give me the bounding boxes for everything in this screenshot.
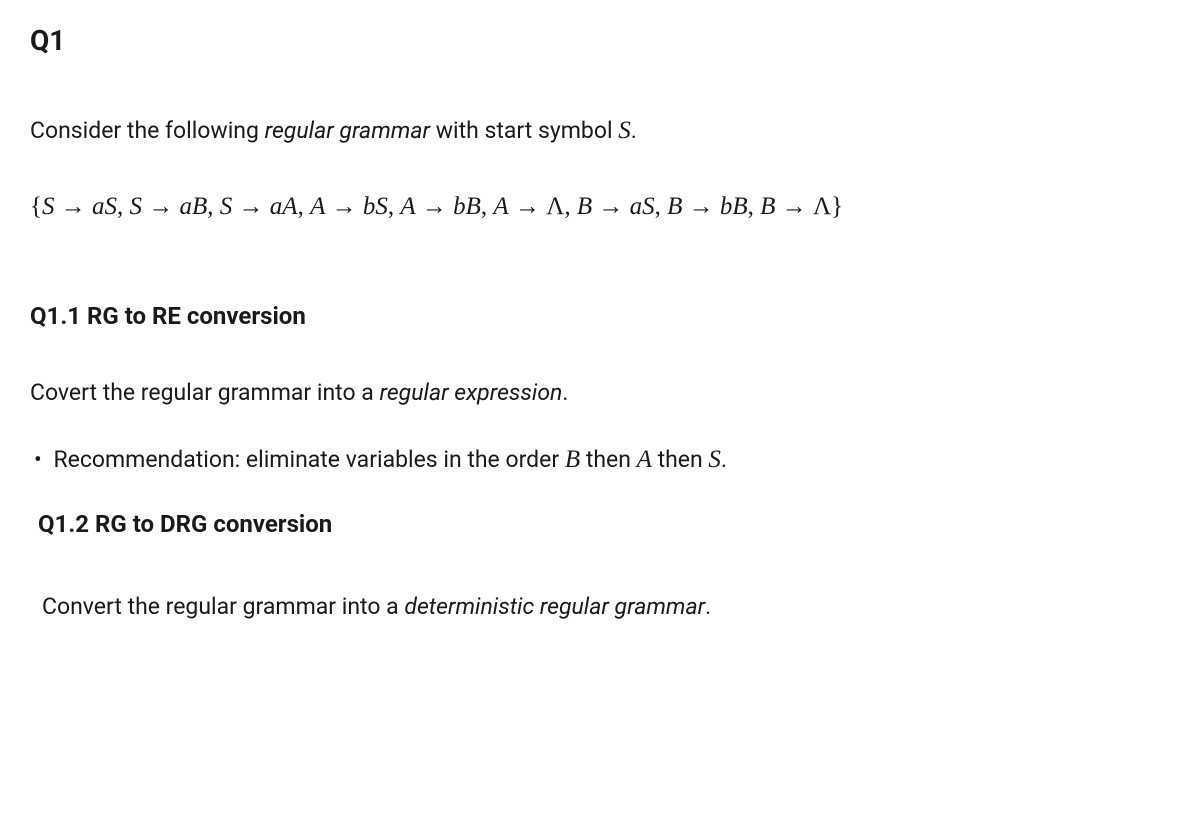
intro-start-symbol: S	[618, 117, 631, 144]
sub1-recommendation: Recommendation: eliminate variables in t…	[34, 441, 1170, 479]
sub2-instruction-suffix: .	[705, 593, 711, 620]
sub1-instruction-emphasis: regular expression	[380, 379, 563, 406]
intro-suffix: .	[631, 117, 637, 144]
sub1-instruction: Covert the regular grammar into a regula…	[30, 376, 1170, 411]
sub2-instruction: Convert the regular grammar into a deter…	[42, 590, 1170, 625]
rec-prefix: Recommendation: eliminate variables in t…	[53, 446, 564, 473]
rec-mid2: then	[652, 446, 709, 473]
sub2-instruction-emphasis: deterministic regular grammar	[404, 593, 705, 620]
rec-var-s: S	[708, 446, 721, 473]
grammar-rules: S → aS, S → aB, S → aA, A → bS, A → bB, …	[42, 193, 831, 220]
rec-var-a: A	[637, 446, 652, 473]
question-title: Q1	[30, 20, 1170, 62]
sub1-instruction-prefix: Covert the regular grammar into a	[30, 379, 380, 406]
rec-var-b: B	[565, 446, 580, 473]
grammar-close-brace: }	[831, 193, 843, 220]
intro-emphasis: regular grammar	[265, 117, 430, 144]
rec-suffix: .	[721, 446, 727, 473]
rec-mid1: then	[580, 446, 637, 473]
sub2-instruction-prefix: Convert the regular grammar into a	[42, 593, 404, 620]
intro-mid: with start symbol	[430, 117, 618, 144]
sub-question-2-heading: Q1.2 RG to DRG conversion	[38, 506, 1170, 542]
intro-paragraph: Consider the following regular grammar w…	[30, 112, 1170, 150]
grammar-open-brace: {	[30, 193, 42, 220]
intro-prefix: Consider the following	[30, 117, 265, 144]
grammar-definition: {S → aS, S → aB, S → aA, A → bS, A → bB,…	[30, 185, 1170, 229]
sub1-instruction-suffix: .	[562, 379, 568, 406]
sub-question-1-heading: Q1.1 RG to RE conversion	[30, 298, 1170, 334]
